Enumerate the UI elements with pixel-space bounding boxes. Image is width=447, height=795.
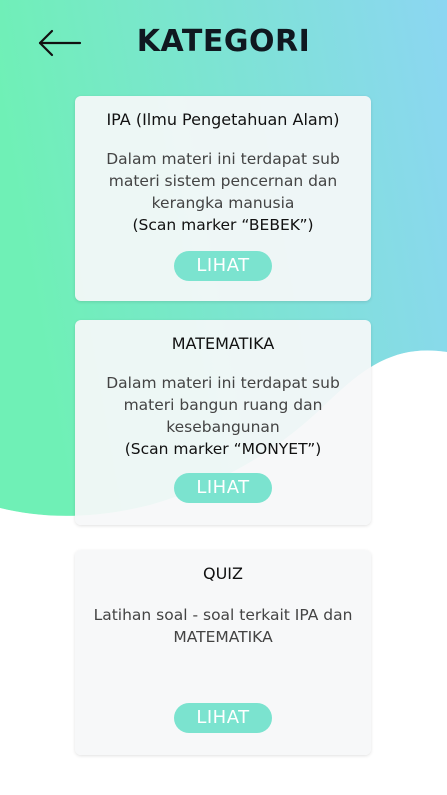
card-heading: MATEMATIKA	[171, 334, 275, 353]
category-card-ipa: IPA (Ilmu Pengetahuan Alam) Dalam materi…	[75, 96, 371, 301]
card-heading: QUIZ	[203, 564, 243, 583]
card-heading: IPA (Ilmu Pengetahuan Alam)	[106, 110, 340, 129]
category-card-matematika: MATEMATIKA Dalam materi ini terdapat sub…	[75, 320, 371, 525]
lihat-button-quiz[interactable]: LIHAT	[174, 703, 272, 733]
card-description: Dalam materi ini terdapat sub materi ban…	[106, 374, 340, 436]
lihat-button-ipa[interactable]: LIHAT	[174, 251, 272, 281]
card-description: Latihan soal - soal terkait IPA dan MATE…	[93, 606, 353, 646]
category-card-quiz: QUIZ Latihan soal - soal terkait IPA dan…	[75, 550, 371, 755]
card-scan-marker: (Scan marker “BEBEK”)	[132, 216, 314, 234]
card-scan-marker: (Scan marker “MONYET”)	[124, 440, 322, 458]
header: KATEGORI	[0, 0, 447, 90]
card-description: Dalam materi ini terdapat sub materi sis…	[106, 150, 340, 212]
page-title: KATEGORI	[136, 24, 311, 59]
lihat-button-matematika[interactable]: LIHAT	[174, 473, 272, 503]
